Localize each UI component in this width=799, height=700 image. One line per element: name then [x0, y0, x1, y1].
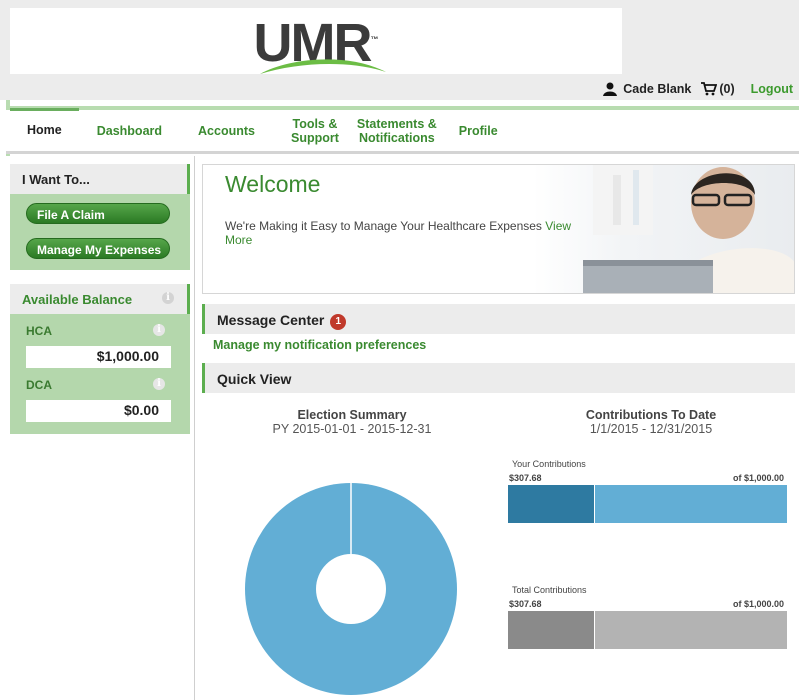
election-donut-chart	[245, 483, 457, 695]
donut-hole	[316, 554, 386, 624]
welcome-text: We're Making it Easy to Manage Your Heal…	[225, 219, 572, 247]
info-icon[interactable]: i	[162, 292, 174, 304]
logo-swoosh-icon	[260, 59, 386, 74]
hca-label: HCA	[26, 324, 52, 338]
user-name[interactable]: Cade Blank	[623, 82, 691, 96]
your-contributions-bar-filled[interactable]	[508, 485, 595, 523]
dca-balance-value: $0.00	[26, 400, 171, 422]
cart-icon[interactable]	[701, 82, 718, 96]
message-center-heading[interactable]: Message Center 1	[202, 304, 795, 334]
election-summary-period: PY 2015-01-01 - 2015-12-31	[272, 422, 432, 436]
message-count-badge[interactable]: 1	[330, 314, 347, 330]
main-nav: Home Dashboard Accounts Tools & Support S…	[6, 106, 799, 154]
nav-accounts[interactable]: Accounts	[180, 124, 273, 138]
welcome-title: Welcome	[225, 171, 321, 197]
user-icon	[603, 82, 618, 96]
manage-expenses-button[interactable]: Manage My Expenses	[26, 238, 170, 259]
logout-link[interactable]: Logout	[751, 82, 793, 96]
welcome-banner: Welcome We're Making it Easy to Manage Y…	[202, 164, 795, 294]
nav-home[interactable]: Home	[10, 108, 79, 149]
logo-container: UMR™	[10, 8, 622, 74]
dca-info-icon[interactable]: i	[153, 378, 165, 390]
user-bar: Cade Blank (0) Logout	[603, 80, 793, 98]
cart-count[interactable]: (0)	[719, 82, 734, 96]
i-want-to-heading: I Want To...	[10, 164, 190, 194]
your-contributions-amount: $307.68	[509, 473, 542, 483]
nav-dashboard[interactable]: Dashboard	[79, 124, 180, 138]
nav-profile[interactable]: Profile	[455, 124, 516, 138]
contributions-period: 1/1/2015 - 12/31/2015	[589, 422, 713, 436]
dca-label: DCA	[26, 378, 52, 392]
total-contributions-bar-filled[interactable]	[508, 611, 595, 649]
hca-balance-value: $1,000.00	[26, 346, 171, 368]
nav-tools-support[interactable]: Tools & Support	[273, 117, 357, 145]
your-contributions-label: Your Contributions	[512, 459, 586, 469]
election-summary-title: Election Summary	[297, 408, 407, 422]
file-claim-button[interactable]: File A Claim	[26, 203, 170, 224]
your-contributions-max: of $1,000.00	[732, 473, 784, 483]
notification-preferences-link[interactable]: Manage my notification preferences	[213, 338, 426, 352]
nav-statements-notifications[interactable]: Statements & Notifications	[357, 117, 455, 145]
total-contributions-amount: $307.68	[509, 599, 542, 609]
total-contributions-max: of $1,000.00	[732, 599, 784, 609]
contributions-title: Contributions To Date	[585, 408, 717, 422]
total-contributions-label: Total Contributions	[512, 585, 587, 595]
hca-info-icon[interactable]: i	[153, 324, 165, 336]
quick-view-heading: Quick View	[202, 363, 795, 393]
